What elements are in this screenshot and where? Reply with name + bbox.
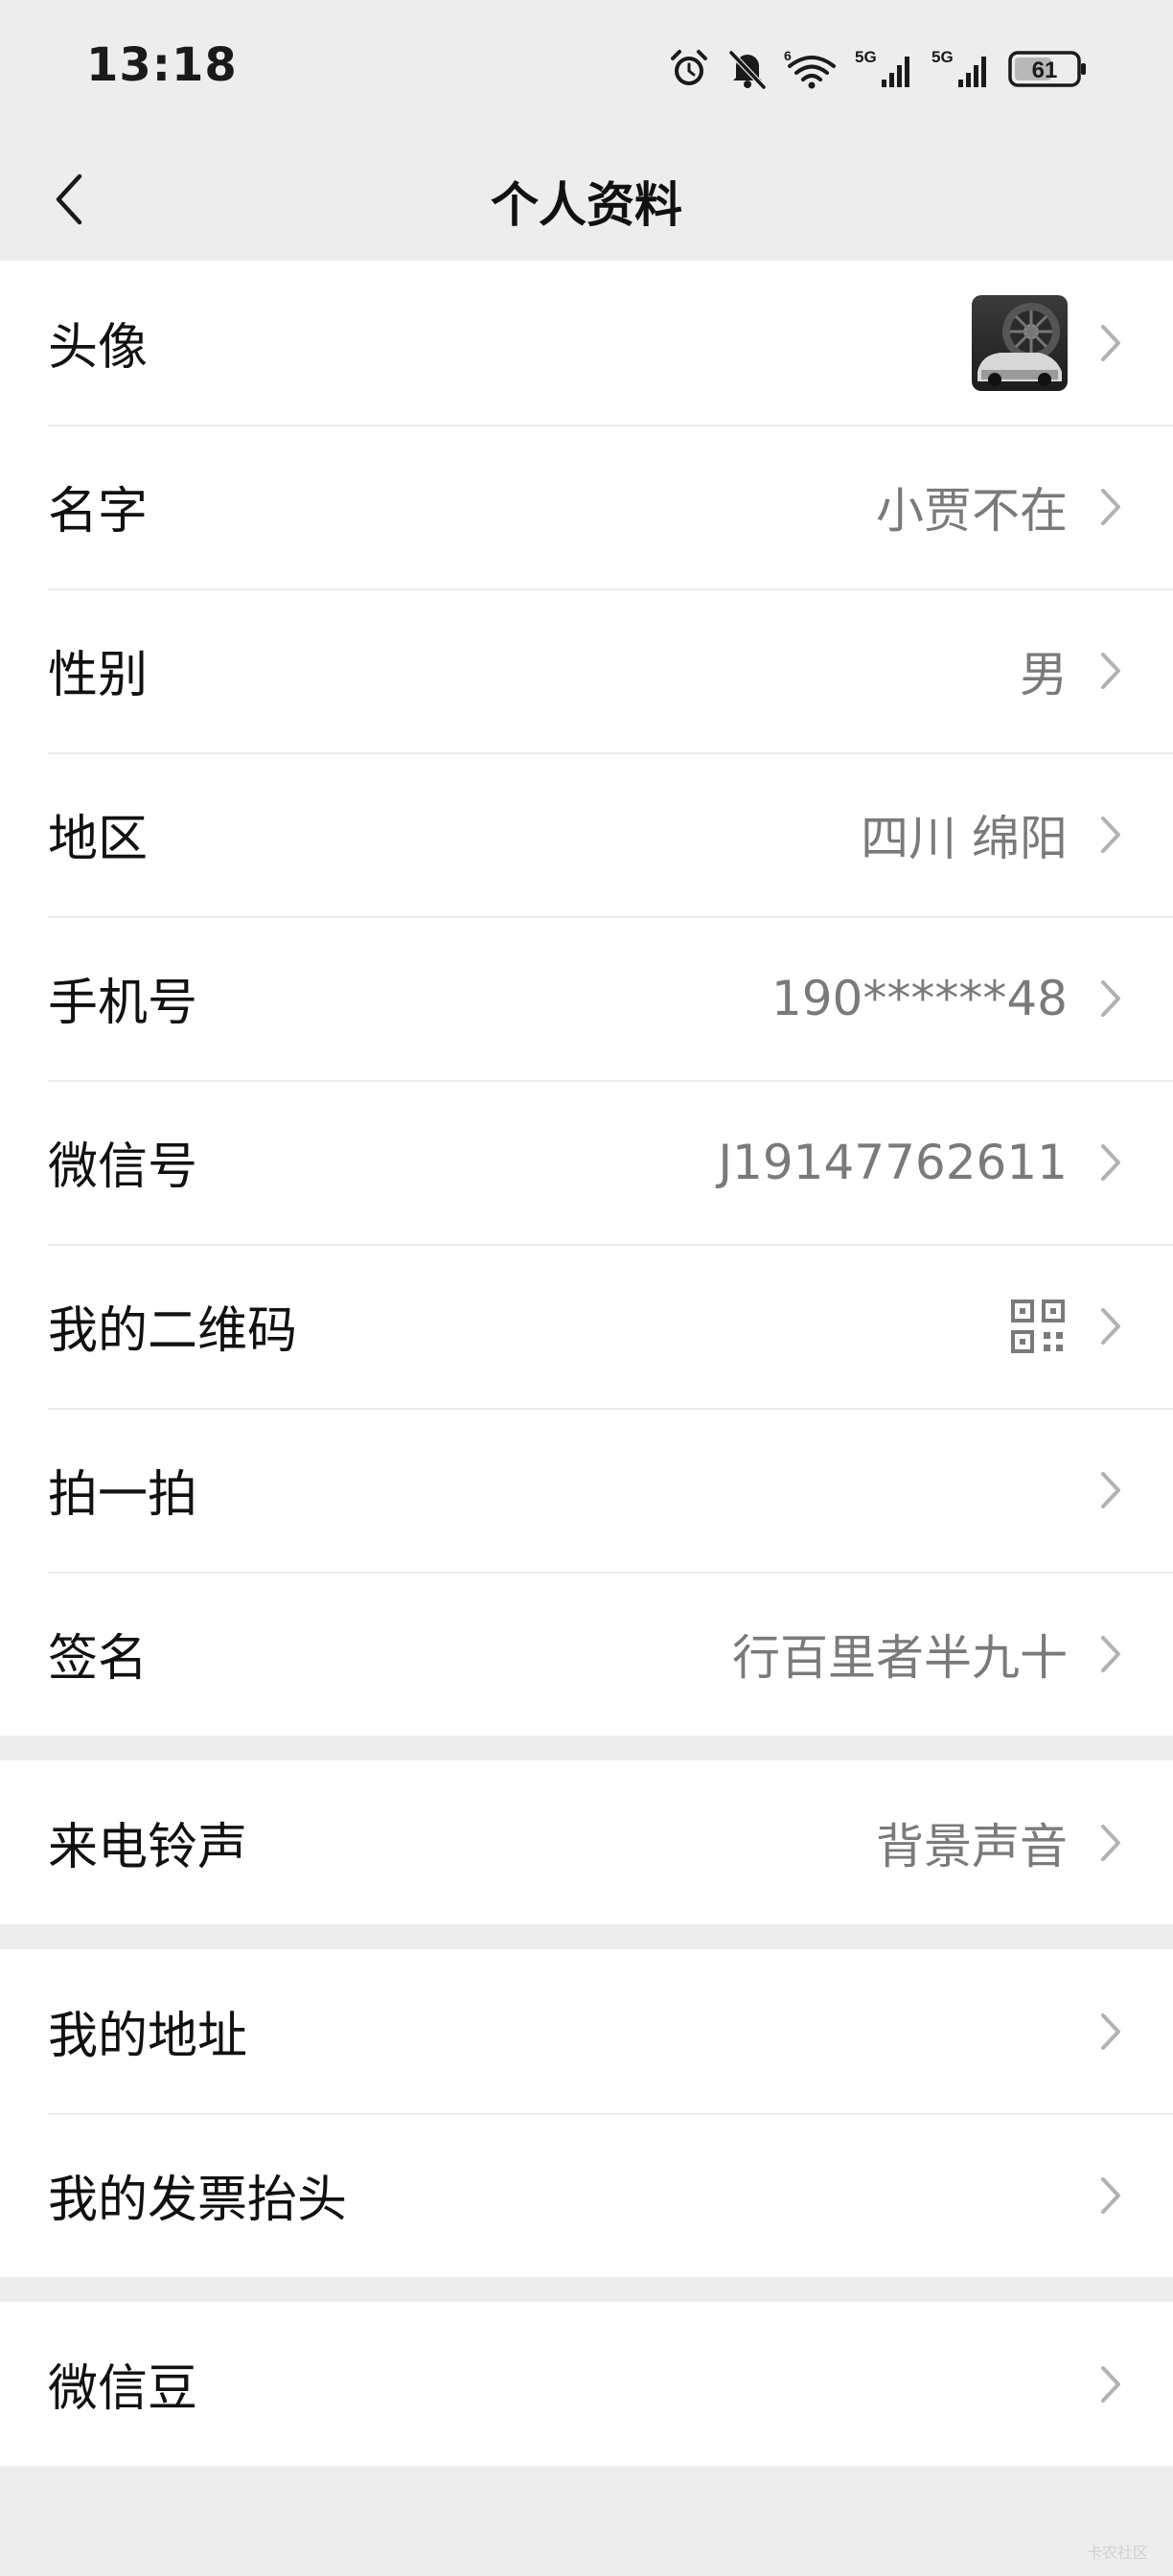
row-label: 我的地址 — [48, 2008, 248, 2065]
address-row[interactable]: 我的地址 — [0, 1949, 1173, 2113]
avatar-row[interactable]: 头像 — [0, 261, 1173, 425]
watermark: 卡农社区 — [1086, 2543, 1148, 2562]
row-label: 微信豆 — [48, 2360, 198, 2418]
row-label: 签名 — [48, 1630, 149, 1688]
pat-row[interactable]: 拍一拍 — [0, 1408, 1173, 1572]
wechat-beans-row[interactable]: 微信豆 — [0, 2302, 1173, 2466]
page-title: 个人资料 — [491, 177, 682, 233]
row-value: 男 — [1020, 646, 1068, 702]
signal-icon: 5G — [932, 47, 993, 91]
status-icons: 6 5G 5G 61 — [667, 42, 1089, 96]
chevron-right-icon — [1098, 814, 1123, 856]
network-label-1: 5G — [855, 48, 877, 66]
bell-muted-icon — [726, 47, 769, 91]
status-bar: 13:18 6 5G 5G 61 — [0, 0, 1173, 134]
row-value: 小贾不在 — [876, 482, 1068, 539]
row-value: 背景声音 — [876, 1818, 1068, 1874]
address-group: 我的地址 我的发票抬头 — [0, 1949, 1173, 2277]
row-label: 我的二维码 — [48, 1302, 298, 1360]
beans-group: 微信豆 — [0, 2302, 1173, 2466]
qrcode-row[interactable]: 我的二维码 — [0, 1244, 1173, 1408]
section-gap — [0, 1924, 1173, 1949]
invoice-row[interactable]: 我的发票抬头 — [0, 2113, 1173, 2277]
row-label: 微信号 — [48, 1138, 198, 1196]
row-value: 190******48 — [770, 970, 1068, 1026]
chevron-right-icon — [1098, 2011, 1123, 2053]
chevron-right-icon — [1098, 2363, 1123, 2405]
nav-bar: 个人资料 — [0, 134, 1173, 261]
signal-icon: 5G — [855, 47, 916, 91]
status-time: 13:18 — [86, 38, 238, 92]
signature-row[interactable]: 签名 行百里者半九十 — [0, 1572, 1173, 1736]
ringtone-group: 来电铃声 背景声音 — [0, 1760, 1173, 1924]
profile-group: 头像 名字 小贾不在 性别 男 地区 四川 绵阳 手机号 190******48… — [0, 261, 1173, 1736]
row-value: 四川 绵阳 — [861, 810, 1068, 866]
battery-icon: 61 — [1008, 47, 1089, 91]
section-gap — [0, 2277, 1173, 2302]
row-label: 我的发票抬头 — [48, 2172, 348, 2229]
row-label: 名字 — [48, 483, 149, 540]
wechat-id-row[interactable]: 微信号 J19147762611 — [0, 1080, 1173, 1244]
row-label: 来电铃声 — [48, 1819, 248, 1876]
alarm-icon — [667, 47, 711, 91]
chevron-right-icon — [1098, 322, 1123, 364]
qr-code-icon — [1010, 1299, 1066, 1354]
row-label: 地区 — [48, 811, 149, 868]
battery-level: 61 — [1032, 58, 1058, 83]
row-label: 手机号 — [48, 975, 198, 1032]
chevron-right-icon — [1098, 1822, 1123, 1864]
chevron-right-icon — [1098, 1469, 1123, 1511]
phone-row[interactable]: 手机号 190******48 — [0, 916, 1173, 1080]
row-label: 性别 — [48, 647, 149, 704]
ringtone-row[interactable]: 来电铃声 背景声音 — [0, 1760, 1173, 1924]
chevron-right-icon — [1098, 650, 1123, 692]
wifi-badge-text: 6 — [784, 48, 792, 63]
chevron-right-icon — [1098, 978, 1123, 1020]
wifi-icon: 6 — [784, 47, 840, 91]
chevron-right-icon — [1098, 486, 1123, 528]
name-row[interactable]: 名字 小贾不在 — [0, 425, 1173, 588]
chevron-right-icon — [1098, 1305, 1123, 1347]
network-label-2: 5G — [932, 48, 954, 66]
chevron-right-icon — [1098, 1633, 1123, 1675]
gender-row[interactable]: 性别 男 — [0, 588, 1173, 752]
row-label: 头像 — [48, 319, 149, 377]
section-gap — [0, 1736, 1173, 1760]
chevron-right-icon — [1098, 1141, 1123, 1184]
row-label: 拍一拍 — [48, 1466, 198, 1524]
row-value: 行百里者半九十 — [732, 1629, 1068, 1686]
region-row[interactable]: 地区 四川 绵阳 — [0, 752, 1173, 916]
chevron-right-icon — [1098, 2174, 1123, 2217]
row-value: J19147762611 — [718, 1134, 1068, 1190]
avatar — [972, 294, 1068, 391]
